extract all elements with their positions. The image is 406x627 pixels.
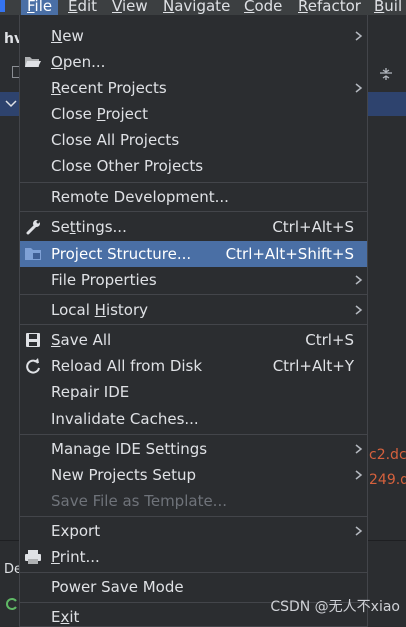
menu-item-label: Local History [51,301,149,319]
menu-item-label: Reload All from Disk [51,357,203,375]
menu-item-label: Close All Projects [51,131,180,149]
menu-item-manage-ide-settings[interactable]: Manage IDE Settings [20,436,367,462]
shortcut-label: Ctrl+Alt+Shift+S [225,245,354,263]
wrench-icon [24,219,42,235]
folder-open-icon [24,54,42,70]
printer-icon [24,549,42,565]
submenu-arrow-icon [355,83,363,93]
reload-icon [24,358,42,374]
menu-separator [20,434,367,435]
menu-item-label: Open... [51,53,106,71]
menu-item-label: Save All [51,331,112,349]
menu-separator [20,324,367,325]
menu-item-label: Print... [51,548,100,566]
menu-item-local-history[interactable]: Local History [20,297,367,323]
menu-edit[interactable]: Edit [68,0,97,15]
menu-item-save-all[interactable]: Save All Ctrl+S [20,327,367,353]
shortcut-label: Ctrl+S [305,331,354,349]
menu-view[interactable]: View [112,0,148,15]
menu-item-label: Exit [51,608,80,626]
menu-item-reload-all-from-disk[interactable]: Reload All from Disk Ctrl+Alt+Y [20,353,367,379]
submenu-arrow-icon [355,31,363,41]
file-name-fragment[interactable]: c2.dc [369,447,406,463]
menu-item-label: Invalidate Caches... [51,410,199,428]
shortcut-label: Ctrl+Alt+S [272,218,354,236]
menu-item-label: Settings... [51,218,127,236]
menu-item-label: Recent Projects [51,79,167,97]
menu-item-label: Power Save Mode [51,578,184,596]
project-structure-icon [24,246,42,262]
menu-separator [20,182,367,183]
submenu-arrow-icon [355,444,363,454]
menu-item-project-structure[interactable]: Project Structure... Ctrl+Alt+Shift+S [20,241,367,267]
menu-separator [20,211,367,212]
file-dropdown-menu: New Open... Recent Projects Close Projec… [19,15,368,627]
menu-item-remote-development[interactable]: Remote Development... [20,184,367,210]
menu-separator [20,572,367,573]
chevron-down-icon[interactable] [5,100,17,108]
menu-separator [20,294,367,295]
menu-item-label: Repair IDE [51,383,130,401]
collapse-icon[interactable] [378,66,394,80]
menu-separator [20,516,367,517]
menu-item-new-projects-setup[interactable]: New Projects Setup [20,462,367,488]
menu-item-label: Close Project [51,105,148,123]
menu-item-label: Close Other Projects [51,157,204,175]
menu-build[interactable]: Buil [374,0,402,15]
menu-item-invalidate-caches[interactable]: Invalidate Caches... [20,406,367,432]
menu-item-recent-projects[interactable]: Recent Projects [20,75,367,101]
submenu-arrow-icon [355,470,363,480]
refresh-icon[interactable] [6,596,18,610]
menu-item-label: Project Structure... [51,245,192,263]
menu-item-save-file-as-template: Save File as Template... [20,488,367,514]
submenu-arrow-icon [355,305,363,315]
menu-item-label: Remote Development... [51,188,229,206]
menu-item-file-properties[interactable]: File Properties [20,267,367,293]
menu-item-settings[interactable]: Settings... Ctrl+Alt+S [20,214,367,240]
menu-item-open[interactable]: Open... [20,49,367,75]
shortcut-label: Ctrl+Alt+Y [272,357,354,375]
main-menu-bar: File Edit View Navigate Code Refactor Bu… [0,0,406,15]
submenu-arrow-icon [355,526,363,536]
menu-item-label: Export [51,522,101,540]
menu-item-label: New [51,27,84,45]
save-icon [24,332,42,348]
app-logo-icon [0,0,5,12]
menu-item-label: Save File as Template... [51,492,227,510]
menu-item-export[interactable]: Export [20,518,367,544]
file-name-fragment[interactable]: 249.de [369,472,406,488]
menu-file[interactable]: File [21,0,59,15]
menu-item-label: File Properties [51,271,157,289]
submenu-arrow-icon [355,275,363,285]
menu-item-new[interactable]: New [20,23,367,49]
menu-item-label: Manage IDE Settings [51,440,208,458]
menu-item-label: New Projects Setup [51,466,197,484]
menu-item-close-project[interactable]: Close Project [20,101,367,127]
menu-item-repair-ide[interactable]: Repair IDE [20,379,367,405]
menu-navigate[interactable]: Navigate [163,0,230,15]
menu-refactor[interactable]: Refactor [298,0,361,15]
menu-item-print[interactable]: Print... [20,544,367,570]
menu-item-close-other-projects[interactable]: Close Other Projects [20,153,367,179]
watermark-text: CSDN @无人不xiao [270,599,400,615]
menu-item-close-all-projects[interactable]: Close All Projects [20,127,367,153]
menu-code[interactable]: Code [244,0,282,15]
